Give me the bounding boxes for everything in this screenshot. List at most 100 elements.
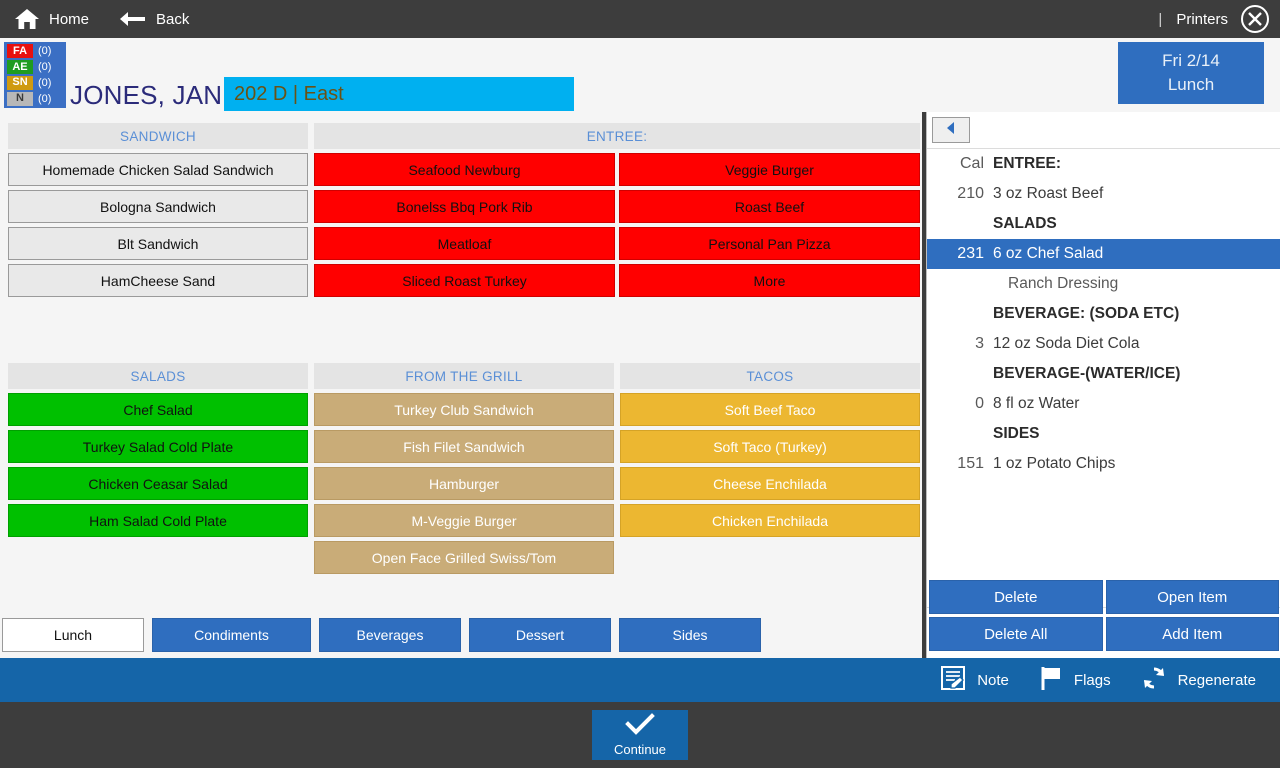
group-title-from-the-grill: FROM THE GRILL (314, 363, 614, 389)
home-icon (14, 8, 40, 30)
note-label: Note (977, 672, 1009, 689)
tab-dessert[interactable]: Dessert (469, 618, 611, 652)
meal-selector-button[interactable]: Fri 2/14 Lunch (1118, 42, 1264, 104)
menu-group-entree: ENTREE: Seafood Newburg Bonelss Bbq Pork… (314, 123, 920, 297)
action-toolbar: Note Flags Regenerate (0, 658, 1280, 702)
menu-item-button[interactable]: Chicken Enchilada (620, 504, 920, 537)
delete-all-button[interactable]: Delete All (929, 617, 1103, 651)
delete-button[interactable]: Delete (929, 580, 1103, 614)
footer-bar: Continue (0, 702, 1280, 768)
home-button[interactable]: Home (0, 0, 103, 38)
menu-item-button[interactable]: Fish Filet Sandwich (314, 430, 614, 463)
order-row-header: BEVERAGE: (SODA ETC) (927, 299, 1280, 329)
order-cal-value: 0 (931, 395, 993, 413)
flag-row: N (0) (7, 91, 63, 106)
menu-item-button[interactable]: Personal Pan Pizza (619, 227, 920, 260)
note-button[interactable]: Note (940, 665, 1009, 696)
order-row-modifier[interactable]: Ranch Dressing (927, 269, 1280, 299)
order-row[interactable]: 0 8 fl oz Water (927, 389, 1280, 419)
patient-name: JONES, JANE (70, 80, 240, 111)
menu-item-button[interactable]: Chef Salad (8, 393, 308, 426)
continue-label: Continue (614, 742, 666, 757)
order-tray-panel: Cal ENTREE: 210 3 oz Roast Beef SALADS 2… (926, 112, 1280, 658)
menu-item-button[interactable]: Soft Beef Taco (620, 393, 920, 426)
menu-item-button[interactable]: Ham Salad Cold Plate (8, 504, 308, 537)
patient-flags-panel[interactable]: FA (0) AE (0) SN (0) N (0) (4, 42, 66, 108)
order-row[interactable]: 3 12 oz Soda Diet Cola (927, 329, 1280, 359)
tab-sides[interactable]: Sides (619, 618, 761, 652)
menu-item-button[interactable]: Open Face Grilled Swiss/Tom (314, 541, 614, 574)
printers-button[interactable]: Printers (1176, 11, 1228, 28)
flag-tag-n: N (7, 92, 33, 106)
menu-group-salads: SALADS Chef Salad Turkey Salad Cold Plat… (8, 363, 308, 537)
tab-condiments[interactable]: Condiments (152, 618, 311, 652)
back-button[interactable]: Back (103, 0, 203, 38)
tab-beverages[interactable]: Beverages (319, 618, 461, 652)
order-cal-value: 231 (931, 245, 993, 263)
menu-item-button[interactable]: Seafood Newburg (314, 153, 615, 186)
menu-selection-area: SANDWICH Homemade Chicken Salad Sandwich… (0, 112, 922, 658)
order-cal-value: 210 (931, 185, 993, 203)
flags-label: Flags (1074, 672, 1111, 689)
order-item-list[interactable]: Cal ENTREE: 210 3 oz Roast Beef SALADS 2… (927, 148, 1280, 607)
open-item-button[interactable]: Open Item (1106, 580, 1280, 614)
menu-item-button[interactable]: Bonelss Bbq Pork Rib (314, 190, 615, 223)
menu-item-button[interactable]: Sliced Roast Turkey (314, 264, 615, 297)
menu-item-button[interactable]: HamCheese Sand (8, 264, 308, 297)
application-root: Home Back | Printers FA (0) AE (0) (0, 0, 1280, 768)
menu-item-button[interactable]: Chicken Ceasar Salad (8, 467, 308, 500)
order-item-label: 12 oz Soda Diet Cola (993, 335, 1139, 353)
patient-room-band: 202 D | East (224, 77, 574, 111)
menu-item-button[interactable]: Soft Taco (Turkey) (620, 430, 920, 463)
tab-lunch[interactable]: Lunch (2, 618, 144, 652)
order-row-header: Cal ENTREE: (927, 149, 1280, 179)
menu-item-button[interactable]: Meatloaf (314, 227, 615, 260)
regenerate-button[interactable]: Regenerate (1141, 665, 1256, 696)
menu-item-more-button[interactable]: More (619, 264, 920, 297)
menu-item-button[interactable]: Turkey Club Sandwich (314, 393, 614, 426)
flags-button[interactable]: Flags (1039, 665, 1111, 696)
menu-item-button[interactable]: Turkey Salad Cold Plate (8, 430, 308, 463)
flag-count-n: (0) (38, 93, 51, 105)
order-cal-value: 3 (931, 335, 993, 353)
flag-count-fa: (0) (38, 45, 51, 57)
triangle-left-icon (945, 121, 957, 140)
order-section-label: ENTREE: (993, 155, 1061, 173)
regenerate-label: Regenerate (1178, 672, 1256, 689)
menu-item-button[interactable]: M-Veggie Burger (314, 504, 614, 537)
menu-item-button[interactable]: Veggie Burger (619, 153, 920, 186)
menu-item-button[interactable]: Homemade Chicken Salad Sandwich (8, 153, 308, 186)
order-item-label: 1 oz Potato Chips (993, 455, 1115, 473)
top-bar-right-group: | Printers (1154, 4, 1280, 34)
flag-row: FA (0) (7, 44, 63, 59)
menu-item-button[interactable]: Roast Beef (619, 190, 920, 223)
note-edit-icon (940, 665, 966, 696)
order-action-buttons: Delete Open Item Delete All Add Item (929, 580, 1279, 651)
order-row[interactable]: 151 1 oz Potato Chips (927, 449, 1280, 479)
continue-button[interactable]: Continue (592, 710, 688, 760)
order-row-selected[interactable]: 231 6 oz Chef Salad (927, 239, 1280, 269)
order-row[interactable]: 210 3 oz Roast Beef (927, 179, 1280, 209)
top-navigation-bar: Home Back | Printers (0, 0, 1280, 38)
close-icon[interactable] (1240, 4, 1270, 34)
category-tab-bar: Lunch Condiments Beverages Dessert Sides (0, 618, 761, 652)
group-title-entree: ENTREE: (314, 123, 920, 149)
menu-group-tacos: TACOS Soft Beef Taco Soft Taco (Turkey) … (620, 363, 920, 537)
tray-scroll-left-button[interactable] (932, 117, 970, 143)
refresh-icon (1141, 665, 1167, 696)
menu-group-from-the-grill: FROM THE GRILL Turkey Club Sandwich Fish… (314, 363, 614, 574)
menu-item-button[interactable]: Hamburger (314, 467, 614, 500)
order-cal-value: 151 (931, 455, 993, 473)
menu-item-button[interactable]: Cheese Enchilada (620, 467, 920, 500)
menu-item-button[interactable]: Blt Sandwich (8, 227, 308, 260)
flag-tag-fa: FA (7, 44, 33, 58)
menu-item-button[interactable]: Bologna Sandwich (8, 190, 308, 223)
flag-count-ae: (0) (38, 61, 51, 73)
menu-group-sandwich: SANDWICH Homemade Chicken Salad Sandwich… (8, 123, 308, 297)
add-item-button[interactable]: Add Item (1106, 617, 1280, 651)
patient-room: 202 D | East (224, 83, 344, 106)
back-label: Back (156, 11, 189, 28)
group-title-tacos: TACOS (620, 363, 920, 389)
order-item-label: 6 oz Chef Salad (993, 245, 1103, 263)
check-icon (625, 713, 655, 740)
